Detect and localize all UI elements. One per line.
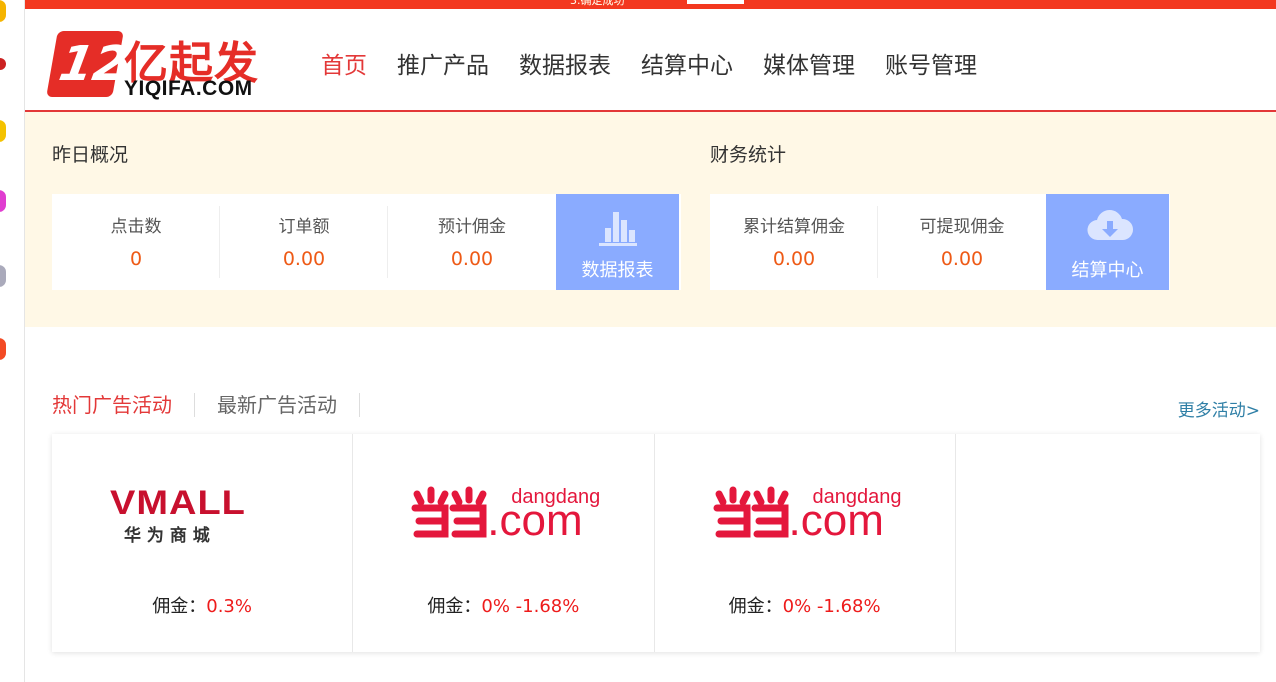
- campaign-card[interactable]: dangdang .com 佣金：0% -1.68%: [655, 434, 956, 652]
- yesterday-card: 点击数 0 订单额 0.00 预计佣金 0.00 数据报表: [52, 194, 681, 290]
- vmall-wordmark: VMALL: [110, 484, 246, 522]
- logo-mark: 12: [46, 31, 132, 97]
- strip-icon: [0, 58, 6, 70]
- cloud-download-icon: [1087, 210, 1134, 241]
- commission-value: 0% -1.68%: [481, 596, 580, 617]
- vmall-subtitle: 华 为 商 城: [124, 526, 210, 546]
- stat-label: 预计佣金: [438, 217, 506, 237]
- commission-value: 0% -1.68%: [782, 596, 881, 617]
- nav-home[interactable]: 首页: [321, 49, 367, 123]
- strip-icon: [0, 0, 6, 22]
- main-nav: 首页 推广产品 数据报表 结算中心 媒体管理 账号管理: [321, 49, 1007, 123]
- stat-label: 累计结算佣金: [743, 217, 845, 237]
- strip-icon: [0, 265, 6, 287]
- campaign-grid: VMALL 华 为 商 城 佣金：0.3% dangdang .com 佣金：0…: [52, 434, 1260, 652]
- data-report-button[interactable]: 数据报表: [556, 194, 679, 290]
- stat-order-amount: 订单额 0.00: [220, 194, 388, 290]
- commission-text: 佣金：0.3%: [52, 592, 352, 618]
- commission-text: 佣金：0% -1.68%: [655, 592, 955, 618]
- campaign-card[interactable]: VMALL 华 为 商 城 佣金：0.3%: [52, 434, 354, 652]
- tab-new-campaigns[interactable]: 最新广告活动: [195, 393, 360, 417]
- stat-label: 订单额: [278, 217, 330, 237]
- nav-reports[interactable]: 数据报表: [519, 49, 611, 83]
- strip-icon: [0, 338, 6, 360]
- stat-withdrawable: 可提现佣金 0.00: [878, 194, 1046, 290]
- dangdang-com: .com: [788, 496, 884, 545]
- overview-panel: 昨日概况 财务统计 点击数 0 订单额 0.00 预计佣金 0.00 数据报表 …: [25, 112, 1276, 327]
- stat-value: 0.00: [282, 248, 326, 270]
- stat-estimated-commission: 预计佣金 0.00: [388, 194, 556, 290]
- stat-label: 可提现佣金: [919, 217, 1005, 237]
- yiqifa-logo[interactable]: 12 亿起发 YIQIFA.COM: [46, 29, 267, 103]
- more-campaigns-link[interactable]: 更多活动>: [1178, 396, 1260, 421]
- yesterday-title: 昨日概况: [52, 144, 129, 166]
- stat-value: 0: [129, 248, 143, 270]
- finance-title: 财务统计: [710, 144, 787, 166]
- commission-label: 佣金：: [427, 596, 482, 617]
- stat-clicks: 点击数 0: [52, 194, 220, 290]
- finance-card: 累计结算佣金 0.00 可提现佣金 0.00 结算中心: [710, 194, 1170, 290]
- stat-total-settled: 累计结算佣金 0.00: [710, 194, 878, 290]
- nav-settlement[interactable]: 结算中心: [641, 49, 733, 83]
- logo-english: YIQIFA.COM: [124, 77, 253, 100]
- commission-text: 佣金：0% -1.68%: [353, 592, 653, 618]
- settlement-label: 结算中心: [1071, 260, 1144, 281]
- data-report-label: 数据报表: [581, 260, 654, 281]
- vmall-logo: VMALL 华 为 商 城: [110, 482, 246, 546]
- nav-products[interactable]: 推广产品: [397, 49, 489, 83]
- campaign-card[interactable]: dangdang .com 佣金：0% -1.68%: [353, 434, 655, 652]
- tab-hot-campaigns[interactable]: 热门广告活动: [52, 393, 195, 417]
- strip-icon: [0, 120, 6, 142]
- commission-value: 0.3%: [206, 596, 252, 617]
- left-sidebar-strip: [0, 0, 25, 682]
- top-banner[interactable]: 3.确定成功: [25, 0, 1276, 9]
- stat-label: 点击数: [110, 217, 162, 237]
- stat-value: 0.00: [940, 248, 984, 270]
- stat-value: 0.00: [450, 248, 494, 270]
- stat-value: 0.00: [772, 248, 816, 270]
- dangdang-glyph: [411, 486, 487, 538]
- banner-text: 3.确定成功: [570, 0, 625, 7]
- nav-media[interactable]: 媒体管理: [763, 49, 855, 83]
- strip-icon: [0, 190, 6, 212]
- commission-label: 佣金：: [728, 596, 783, 617]
- nav-account[interactable]: 账号管理: [885, 49, 977, 83]
- bar-chart-icon: [599, 206, 637, 246]
- commission-label: 佣金：: [152, 596, 207, 617]
- settlement-center-button[interactable]: 结算中心: [1046, 194, 1169, 290]
- header: 12 亿起发 YIQIFA.COM 首页 推广产品 数据报表 结算中心 媒体管理…: [25, 9, 1276, 123]
- dangdang-com: .com: [487, 496, 583, 545]
- banner-box: [687, 0, 744, 4]
- campaign-card-empty: [956, 434, 1260, 652]
- dangdang-glyph: [713, 486, 788, 538]
- campaign-tabs: 热门广告活动 最新广告活动: [52, 393, 360, 417]
